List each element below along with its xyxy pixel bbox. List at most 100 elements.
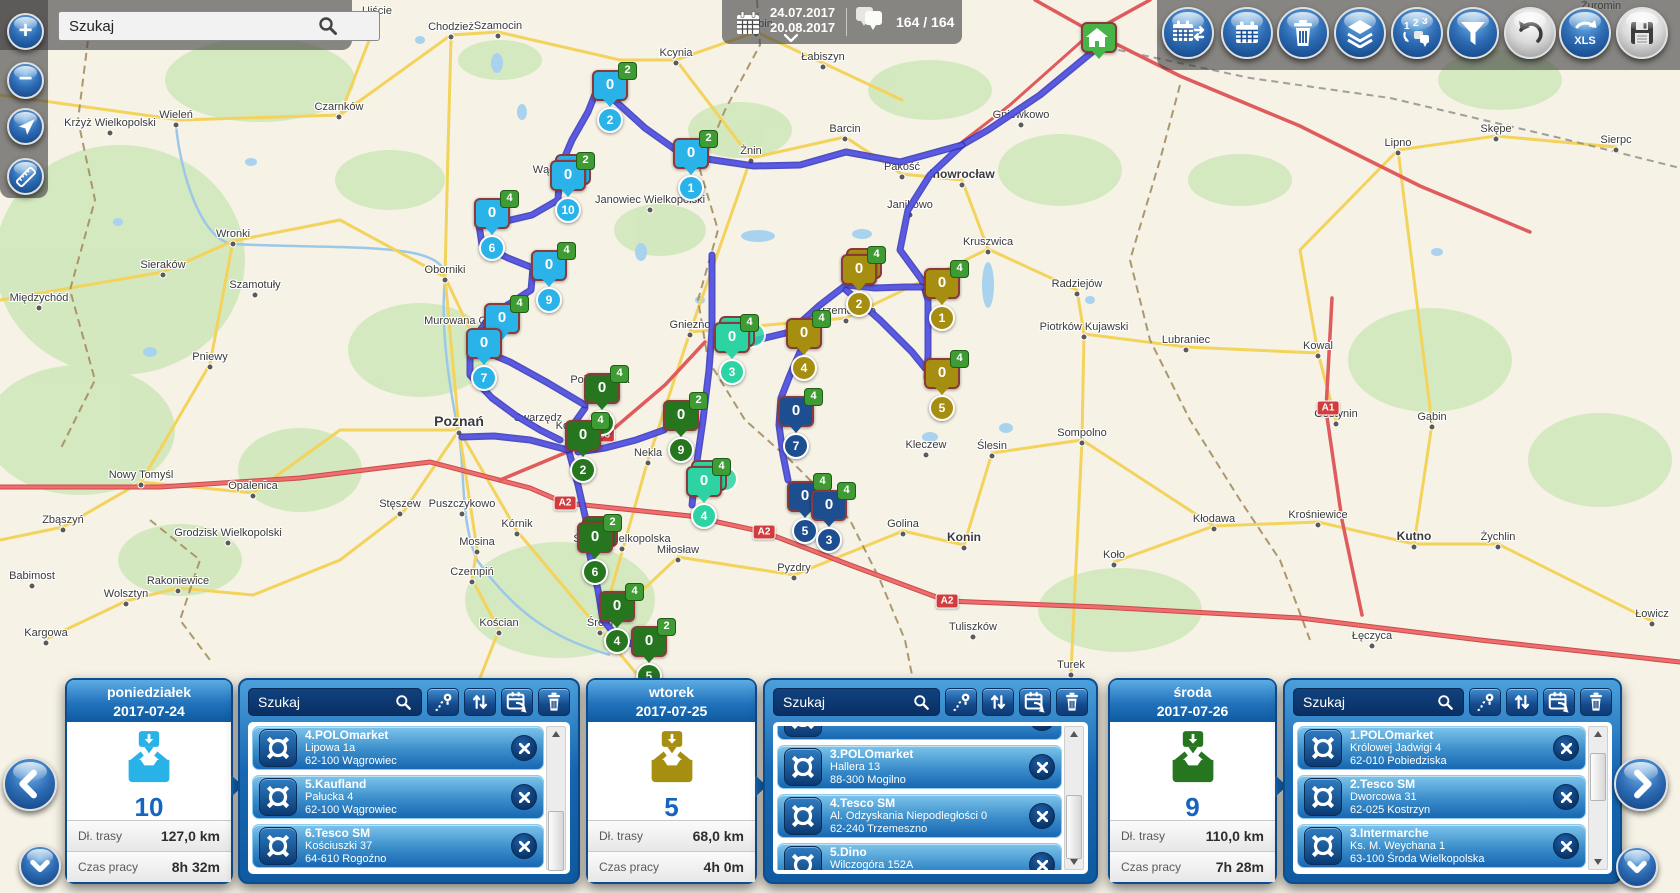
chevron-down-icon[interactable]: [784, 34, 798, 42]
crosshair-icon[interactable]: [259, 729, 297, 767]
scroll-thumb[interactable]: [1066, 795, 1082, 859]
map-marker[interactable]: 045: [924, 358, 960, 389]
list-item[interactable]: 1.POLOmarketKrólowej Jadwigi 462-010 Pob…: [1297, 726, 1586, 770]
crosshair-icon[interactable]: [1304, 729, 1342, 767]
clear-day-button[interactable]: [1056, 688, 1088, 716]
remove-stop-button[interactable]: [1553, 833, 1579, 859]
scroll-up-button[interactable]: [547, 727, 565, 741]
clear-day-button[interactable]: [538, 688, 570, 716]
scroll-down-button[interactable]: [1589, 855, 1607, 869]
day-card-header[interactable]: poniedziałek2017-07-24: [67, 680, 231, 722]
list-item[interactable]: 5.KauflandPałucka 462-100 Wągrowiec: [252, 775, 544, 819]
remove-stop-button[interactable]: [511, 784, 537, 810]
list-item[interactable]: 5.DinoWilczogóra 152A62-550 Wilczyn: [777, 843, 1062, 870]
list-item[interactable]: 88-300 Mogilno: [777, 726, 1062, 740]
map-marker[interactable]: 049: [531, 250, 567, 281]
map-marker[interactable]: 043: [811, 490, 847, 521]
remove-stop-button[interactable]: [1029, 754, 1055, 780]
list-search-input[interactable]: Szukaj: [773, 688, 940, 716]
remove-stop-button[interactable]: [1553, 784, 1579, 810]
move-day-button[interactable]: [501, 688, 533, 716]
zoom-in-button[interactable]: +: [7, 13, 44, 50]
crosshair-icon[interactable]: [784, 748, 822, 786]
list-search-input[interactable]: Szukaj: [248, 688, 422, 716]
map-marker[interactable]: 047: [778, 396, 814, 427]
list-item[interactable]: 4.POLOmarketLipowa 1a62-100 Wągrowiec: [252, 726, 544, 770]
numbering-button[interactable]: 123: [1391, 7, 1443, 59]
crosshair-icon[interactable]: [784, 726, 822, 737]
calendar-icon[interactable]: [734, 9, 762, 37]
scroll-thumb[interactable]: [1590, 753, 1606, 801]
search-icon[interactable]: [318, 16, 338, 36]
remove-stop-button[interactable]: [1029, 852, 1055, 870]
remove-stop-button[interactable]: [511, 833, 537, 859]
prev-day-button[interactable]: [3, 757, 57, 811]
collapse-panel-right-button[interactable]: [1616, 846, 1658, 888]
calendar-button[interactable]: [1221, 7, 1273, 59]
map-marker[interactable]: 041: [584, 373, 620, 404]
map-marker[interactable]: 021: [673, 138, 709, 169]
list-item[interactable]: 2.Tesco SMDworcowa 3162-025 Kostrzyn: [1297, 775, 1586, 819]
map-marker[interactable]: 0210: [550, 160, 586, 191]
list-scrollbar[interactable]: [546, 726, 566, 870]
date-range[interactable]: 24.07.2017 20.08.2017: [770, 5, 835, 35]
search-icon[interactable]: [1437, 694, 1454, 711]
crosshair-icon[interactable]: [784, 846, 822, 870]
move-day-button[interactable]: [1019, 688, 1051, 716]
zoom-out-button[interactable]: −: [7, 62, 44, 99]
list-item[interactable]: 3.POLOmarketHallera 1388-300 Mogilno: [777, 745, 1062, 789]
list-scrollbar[interactable]: [1588, 726, 1608, 870]
map-marker[interactable]: 044: [599, 591, 635, 622]
crosshair-icon[interactable]: [784, 797, 822, 835]
search-icon[interactable]: [395, 694, 412, 711]
scroll-up-button[interactable]: [1589, 727, 1607, 741]
clear-day-button[interactable]: [1580, 688, 1612, 716]
list-item[interactable]: 3.IntermarcheKs. M. Weychana 163-100 Śro…: [1297, 824, 1586, 868]
locate-button[interactable]: [7, 108, 44, 145]
move-day-button[interactable]: [1543, 688, 1575, 716]
show-route-button[interactable]: [945, 688, 977, 716]
map-marker[interactable]: 044: [786, 318, 822, 349]
scroll-up-button[interactable]: [1065, 727, 1083, 741]
export-xls-button[interactable]: XLS: [1559, 7, 1611, 59]
sort-stops-button[interactable]: [464, 688, 496, 716]
map-marker[interactable]: 025: [631, 626, 667, 657]
sort-stops-button[interactable]: [1506, 688, 1538, 716]
remove-stop-button[interactable]: [511, 735, 537, 761]
list-scrollbar[interactable]: [1064, 726, 1084, 870]
map-marker[interactable]: 041: [924, 268, 960, 299]
next-day-button[interactable]: [1614, 757, 1668, 811]
remove-stop-button[interactable]: [1029, 803, 1055, 829]
sort-stops-button[interactable]: [982, 688, 1014, 716]
day-card-header[interactable]: wtorek2017-07-25: [588, 680, 755, 722]
show-route-button[interactable]: [1469, 688, 1501, 716]
map-marker[interactable]: 029: [663, 400, 699, 431]
scroll-thumb[interactable]: [548, 811, 564, 871]
map-marker[interactable]: 026: [577, 522, 613, 553]
delete-button[interactable]: [1277, 7, 1329, 59]
map-marker[interactable]: 042: [565, 420, 601, 451]
list-search-input[interactable]: Szukaj: [1293, 688, 1464, 716]
filter-button[interactable]: [1447, 7, 1499, 59]
search-icon[interactable]: [913, 694, 930, 711]
map-marker[interactable]: 043: [714, 322, 750, 353]
show-route-button[interactable]: [427, 688, 459, 716]
map-marker[interactable]: 022: [592, 70, 628, 101]
map-marker[interactable]: 046: [474, 198, 510, 229]
remove-stop-button[interactable]: [1029, 726, 1055, 731]
save-button[interactable]: [1616, 7, 1668, 59]
remove-stop-button[interactable]: [1553, 735, 1579, 761]
list-item[interactable]: 4.Tesco SMAl. Odzyskania Niepodległości …: [777, 794, 1062, 838]
crosshair-icon[interactable]: [259, 827, 297, 865]
home-marker[interactable]: [1081, 22, 1117, 53]
calendar-shift-button[interactable]: [1162, 7, 1214, 59]
day-card-header[interactable]: środa2017-07-26: [1110, 680, 1275, 722]
map-marker[interactable]: 042: [841, 254, 877, 285]
layers-button[interactable]: [1334, 7, 1386, 59]
measure-button[interactable]: [7, 158, 44, 195]
crosshair-icon[interactable]: [259, 778, 297, 816]
crosshair-icon[interactable]: [1304, 778, 1342, 816]
map-marker[interactable]: 044: [686, 466, 722, 497]
collapse-panel-left-button[interactable]: [19, 845, 61, 887]
crosshair-icon[interactable]: [1304, 827, 1342, 865]
